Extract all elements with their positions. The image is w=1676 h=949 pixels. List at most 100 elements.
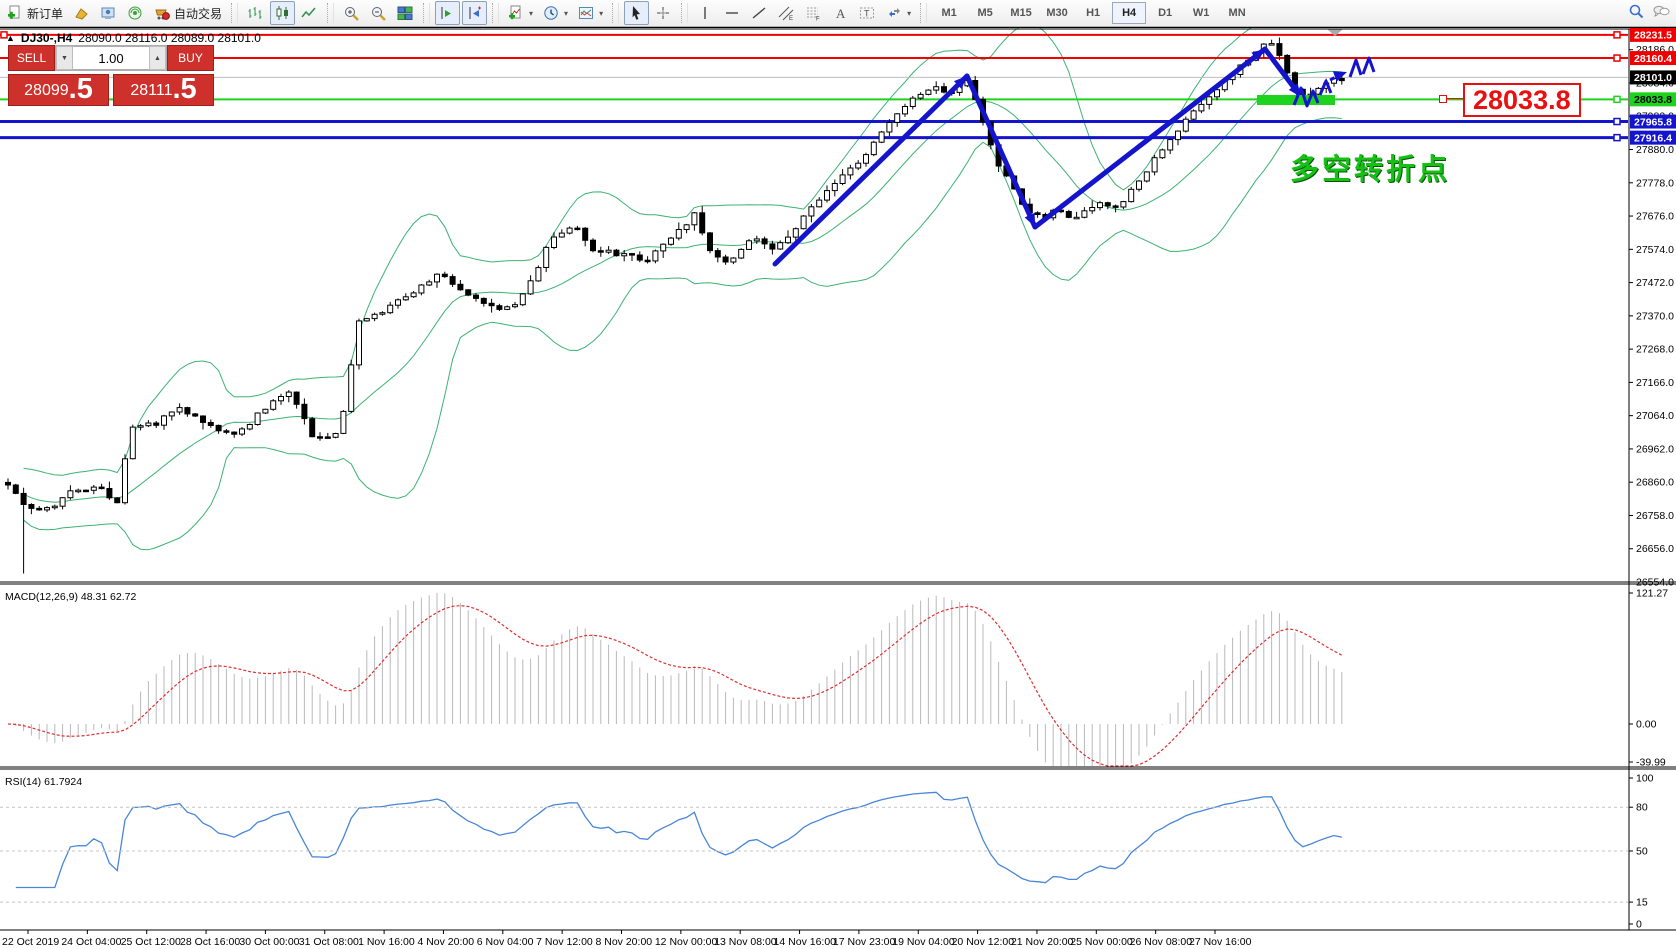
- time-axis-label: 31 Oct 08:00: [299, 936, 359, 948]
- price-alert-label[interactable]: 28033.8: [1463, 83, 1581, 117]
- chart-title: ▲ DJ30-,H4 28090.0 28116.0 28089.0 28101…: [6, 31, 261, 45]
- buy-button[interactable]: BUY: [167, 45, 214, 71]
- timeframe-m15-button[interactable]: M15: [1004, 2, 1038, 24]
- sell-button[interactable]: SELL: [8, 45, 55, 71]
- search-icon[interactable]: [1628, 3, 1645, 23]
- candles-icon: [274, 5, 291, 22]
- autotrading-icon: [154, 5, 171, 22]
- crosshair-button[interactable]: [651, 1, 676, 25]
- price-alert-handle[interactable]: [1439, 95, 1447, 103]
- profiles-button[interactable]: [69, 1, 94, 25]
- text-label-icon: T: [859, 5, 876, 22]
- price-tick-label: 27064.0: [1636, 410, 1674, 422]
- timeframe-w1-button[interactable]: W1: [1184, 2, 1218, 24]
- price-line-chip-text: 27965.8: [1634, 116, 1672, 128]
- volume-value[interactable]: 1.00: [73, 46, 149, 70]
- toolbar-separator: [681, 3, 688, 23]
- rsi-label: RSI(14) 61.7924: [5, 776, 82, 788]
- timeframe-h4-button[interactable]: H4: [1112, 2, 1146, 24]
- trendline-icon: [751, 5, 768, 22]
- volume-decrease-button[interactable]: ▼: [56, 46, 73, 70]
- bollinger-lower-band: [24, 118, 1342, 550]
- arrows-icon: [886, 5, 903, 22]
- new-order-button[interactable]: 新订单: [3, 1, 67, 25]
- dropdown-arrow-icon[interactable]: ▾: [907, 9, 911, 18]
- price-line-chip-text: 28033.8: [1634, 94, 1672, 106]
- line-handle[interactable]: [1614, 32, 1620, 38]
- toolbar-separator: [492, 3, 499, 23]
- caret-annotation-1: [1350, 60, 1361, 77]
- price-tick-label: 27778.0: [1636, 177, 1674, 189]
- cursor-button[interactable]: [624, 1, 649, 25]
- chart-window[interactable]: 28186.028084.027982.027880.027778.027676…: [0, 27, 1676, 949]
- price-tick-label: 26758.0: [1636, 510, 1674, 522]
- bar-chart-button[interactable]: [243, 1, 268, 25]
- vertical-line-button[interactable]: [693, 1, 718, 25]
- svg-text:A: A: [836, 6, 846, 21]
- chart-shift-button[interactable]: [462, 1, 487, 25]
- price-tick-label: 27268.0: [1636, 344, 1674, 356]
- dropdown-arrow-icon[interactable]: ▾: [529, 9, 533, 18]
- toolbar-group: 新订单 自动交易: [0, 0, 229, 26]
- line-handle[interactable]: [1614, 96, 1620, 102]
- price-line-chip-text: 27916.4: [1634, 132, 1672, 144]
- zoom-in-button[interactable]: [339, 1, 364, 25]
- rsi-line: [16, 792, 1342, 887]
- text-button[interactable]: A: [828, 1, 853, 25]
- caret-annotation-2: [1363, 58, 1374, 74]
- one-click-trading-panel: SELL ▼ 1.00 ▲ BUY 28099.5 28111.5: [8, 45, 214, 106]
- timeframe-m1-button[interactable]: M1: [932, 2, 966, 24]
- auto-scroll-icon: [439, 5, 456, 22]
- chat-icon[interactable]: [1653, 3, 1670, 23]
- autotrading-button[interactable]: 自动交易: [150, 1, 226, 25]
- auto-scroll-button[interactable]: [435, 1, 460, 25]
- line-handle[interactable]: [1614, 55, 1620, 61]
- macd-signal-line: [8, 606, 1342, 766]
- bollinger-upper-band: [24, 28, 1342, 475]
- timeframe-mn-button[interactable]: MN: [1220, 2, 1254, 24]
- macd-label: MACD(12,26,9) 48.31 62.72: [5, 591, 136, 603]
- timeframe-m30-button[interactable]: M30: [1040, 2, 1074, 24]
- timeframe-m5-button[interactable]: M5: [968, 2, 1002, 24]
- arrows-button[interactable]: ▾: [882, 1, 915, 25]
- price-tick-label: 27370.0: [1636, 310, 1674, 322]
- ohlc-values: 28090.0 28116.0 28089.0 28101.0: [78, 31, 261, 45]
- timeframe-h1-button[interactable]: H1: [1076, 2, 1110, 24]
- timeframe-d1-button[interactable]: D1: [1148, 2, 1182, 24]
- chart-shift-icon: [466, 5, 483, 22]
- volume-increase-button[interactable]: ▲: [149, 46, 166, 70]
- fibo-icon: F: [805, 5, 822, 22]
- tile-windows-button[interactable]: [393, 1, 418, 25]
- periods-button[interactable]: ▾: [539, 1, 572, 25]
- candlestick-chart-button[interactable]: [270, 1, 295, 25]
- signals-button[interactable]: [123, 1, 148, 25]
- line-handle[interactable]: [1614, 135, 1620, 141]
- time-axis-label: 24 Oct 04:00: [61, 936, 121, 948]
- price-line-chip-text: 28160.4: [1634, 53, 1672, 65]
- zoom-in-icon: [343, 5, 360, 22]
- templates-button[interactable]: ▾: [574, 1, 607, 25]
- trendline-button[interactable]: [747, 1, 772, 25]
- fibonacci-button[interactable]: F: [801, 1, 826, 25]
- volume-spinner: ▼ 1.00 ▲: [55, 45, 167, 71]
- market-watch-button[interactable]: [96, 1, 121, 25]
- annotation-turning-point: 多空转折点: [1290, 146, 1450, 188]
- collapse-triangle-icon[interactable]: ▲: [6, 33, 15, 43]
- candles: [6, 38, 1345, 574]
- line-handle[interactable]: [1614, 119, 1620, 125]
- time-axis-label: 22 Oct 2019: [2, 936, 59, 948]
- channel-button[interactable]: E: [774, 1, 799, 25]
- dropdown-arrow-icon[interactable]: ▾: [564, 9, 568, 18]
- line-chart-button[interactable]: [297, 1, 322, 25]
- toolbar-group: [336, 0, 421, 26]
- sell-price-button[interactable]: 28099.5: [8, 74, 109, 106]
- trend-line-up-1[interactable]: [775, 76, 967, 264]
- text-label-button[interactable]: T: [855, 1, 880, 25]
- zoom-out-button[interactable]: [366, 1, 391, 25]
- clock-icon: [543, 5, 560, 22]
- dropdown-arrow-icon[interactable]: ▾: [599, 9, 603, 18]
- toolbar-separator: [327, 3, 334, 23]
- horizontal-line-button[interactable]: [720, 1, 745, 25]
- indicators-button[interactable]: ▾: [504, 1, 537, 25]
- buy-price-button[interactable]: 28111.5: [113, 74, 214, 106]
